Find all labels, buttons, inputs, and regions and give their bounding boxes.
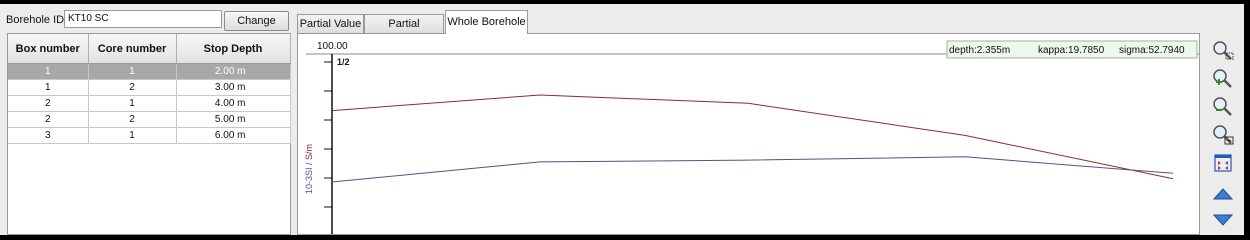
scroll-up-icon[interactable] xyxy=(1211,183,1235,205)
table-row[interactable]: 3 1 6.00 m xyxy=(8,127,291,144)
cell-depth: 6.00 m xyxy=(176,127,291,144)
chart-y-label: 10-3SI / S/m xyxy=(304,144,314,194)
cell-depth: 3.00 m xyxy=(176,79,291,96)
zoom-fit-icon[interactable] xyxy=(1211,123,1235,145)
cell-depth: 5.00 m xyxy=(176,111,291,128)
table-row[interactable]: 2 1 4.00 m xyxy=(8,95,291,112)
cell-depth: 2.00 m xyxy=(176,63,291,80)
zoom-in-icon[interactable] xyxy=(1211,67,1235,89)
cell-core: 2 xyxy=(88,111,177,128)
y-label-sigma: S/m xyxy=(304,144,314,160)
zoom-out-icon[interactable] xyxy=(1211,95,1235,117)
table-header-row: Box number Core number Stop Depth xyxy=(8,34,291,64)
chart-panel: 100.00 1/2 10-3SI / S/m depth:2.355m kap… xyxy=(297,33,1200,235)
chart-top-value: 100.00 xyxy=(317,41,348,52)
column-header-box-number[interactable]: Box number xyxy=(8,34,89,64)
table-row[interactable]: 1 1 2.00 m xyxy=(8,63,291,80)
cell-core: 2 xyxy=(88,79,177,96)
fit-all-icon[interactable] xyxy=(1211,153,1235,175)
core-table: Box number Core number Stop Depth 1 1 2.… xyxy=(7,33,291,235)
readout-sigma: sigma:52.7940 xyxy=(1119,45,1185,56)
borehole-chart[interactable]: 100.00 1/2 10-3SI / S/m depth:2.355m kap… xyxy=(298,34,1199,234)
column-header-stop-depth[interactable]: Stop Depth xyxy=(176,34,291,64)
scroll-down-icon[interactable] xyxy=(1211,209,1235,231)
cell-box: 2 xyxy=(8,95,89,112)
y-label-separator: / xyxy=(304,160,314,168)
cell-box: 2 xyxy=(8,111,89,128)
cell-box: 1 xyxy=(8,63,89,80)
app-window: Borehole ID: KT10 SC Change Box number C… xyxy=(0,4,1244,235)
cell-core: 1 xyxy=(88,95,177,112)
table-row[interactable]: 1 2 3.00 m xyxy=(8,79,291,96)
borehole-id-label: Borehole ID: xyxy=(6,14,68,26)
chart-scale-label: 1/2 xyxy=(337,57,350,67)
y-label-kappa: 10-3SI xyxy=(304,167,314,194)
readout-depth: depth:2.355m xyxy=(949,45,1010,56)
readout-kappa: kappa:19.7850 xyxy=(1038,45,1105,56)
cell-core: 1 xyxy=(88,127,177,144)
left-panel: Borehole ID: KT10 SC Change Box number C… xyxy=(0,4,295,235)
zoom-toolbar xyxy=(1202,33,1244,235)
borehole-id-field[interactable]: KT10 SC xyxy=(64,10,222,28)
change-button[interactable]: Change xyxy=(224,11,289,31)
chart-background xyxy=(298,34,1199,234)
tab-partial-value[interactable]: Partial Value xyxy=(297,14,364,33)
zoom-window-icon[interactable] xyxy=(1211,39,1235,61)
cell-depth: 4.00 m xyxy=(176,95,291,112)
column-header-core-number[interactable]: Core number xyxy=(88,34,177,64)
cell-box: 3 xyxy=(8,127,89,144)
window-edge xyxy=(1244,0,1250,235)
cell-core: 1 xyxy=(88,63,177,80)
table-row[interactable]: 2 2 5.00 m xyxy=(8,111,291,128)
tab-whole-borehole[interactable]: Whole Borehole xyxy=(445,10,528,34)
readout-box: depth:2.355m kappa:19.7850 sigma:52.7940 xyxy=(946,40,1198,59)
tab-partial-borehole[interactable]: Partial Borehole xyxy=(364,14,444,48)
cell-box: 1 xyxy=(8,79,89,96)
